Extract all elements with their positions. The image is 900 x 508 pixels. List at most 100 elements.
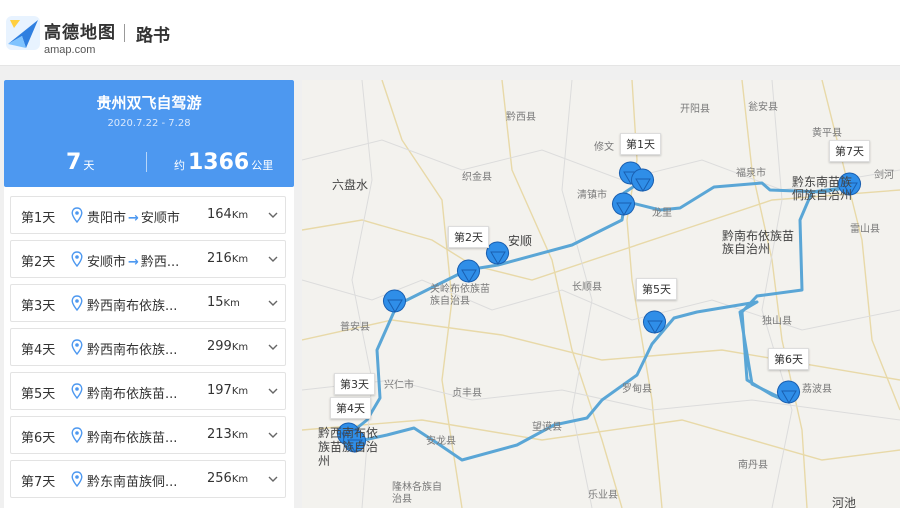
location-pin-icon <box>71 207 83 223</box>
amap-logo-icon[interactable] <box>4 14 42 52</box>
place-label: 瓮安县 <box>748 102 778 113</box>
brand-name: 高德地图 <box>44 23 116 43</box>
day-distance-unit: Km <box>231 342 249 353</box>
day-label: 第1天 <box>21 211 56 226</box>
day-distance-value: 197 <box>207 383 232 398</box>
day-tag-5[interactable]: 第5天 <box>636 278 677 300</box>
place-label: 望谟县 <box>532 422 562 433</box>
day-route: 黔西南布依族... <box>87 299 178 314</box>
chevron-down-icon[interactable] <box>267 253 279 265</box>
map-marker-icon <box>777 380 800 404</box>
trip-distance-stat: 约 1366 公里 <box>174 150 273 175</box>
place-label: 安顺 <box>508 234 533 248</box>
route-map[interactable]: 开阳县 黔西县 修文 瓮安县 六盘水 织金县 清镇市 福泉市 黄平县 黔东南苗族… <box>302 80 900 508</box>
place-label: 清镇市 <box>577 190 607 201</box>
day-distance: 164Km <box>207 207 248 222</box>
day-distance: 197Km <box>207 383 248 398</box>
day-distance-value: 299 <box>207 339 232 354</box>
day-tag-2[interactable]: 第2天 <box>448 226 489 248</box>
place-label: 河池 <box>832 496 857 508</box>
day-label: 第3天 <box>21 299 56 314</box>
day-row-6[interactable]: 第6天 黔南布依族苗... 213Km <box>10 416 286 454</box>
place-label: 兴仁市 <box>384 380 414 391</box>
map-marker-icon <box>631 168 654 192</box>
route-to: 黔西... <box>140 255 180 270</box>
chevron-down-icon[interactable] <box>267 429 279 441</box>
place-label: 隆林各族自治县 <box>392 482 442 505</box>
location-pin-icon <box>71 339 83 355</box>
day-route: 贵阳市 → 安顺市 <box>87 207 180 226</box>
chevron-down-icon[interactable] <box>267 385 279 397</box>
trip-days-unit: 天 <box>83 159 95 172</box>
place-label: 南丹县 <box>738 460 768 471</box>
day-tag-1[interactable]: 第1天 <box>620 133 661 155</box>
day-distance: 256Km <box>207 471 248 486</box>
chevron-down-icon[interactable] <box>267 297 279 309</box>
day-route: 黔东南苗族侗... <box>87 475 178 490</box>
place-label: 安龙县 <box>426 436 456 447</box>
day-distance-value: 164 <box>207 207 232 222</box>
place-label: 雷山县 <box>850 224 880 235</box>
day-distance-unit: Km <box>231 386 249 397</box>
map-marker-icon <box>643 310 666 334</box>
day-tag-7[interactable]: 第7天 <box>829 140 870 162</box>
day-row-5[interactable]: 第5天 黔南布依族苗... 197Km <box>10 372 286 410</box>
chevron-down-icon[interactable] <box>267 473 279 485</box>
map-marker-icon <box>486 241 509 265</box>
place-label: 剑河 <box>874 170 894 181</box>
day-row-7[interactable]: 第7天 黔东南苗族侗... 256Km <box>10 460 286 498</box>
day-tag-3[interactable]: 第3天 <box>334 373 375 395</box>
day-row-1[interactable]: 第1天 贵阳市 → 安顺市 164Km <box>10 196 286 234</box>
day-tag-6[interactable]: 第6天 <box>768 348 809 370</box>
trip-distance-value: 1366 <box>188 150 250 175</box>
day-row-3[interactable]: 第3天 黔西南布依族... 15Km <box>10 284 286 322</box>
arrow-right-icon: → <box>128 211 139 226</box>
place-label: 荔波县 <box>802 384 832 395</box>
day-label: 第6天 <box>21 431 56 446</box>
day-distance-value: 216 <box>207 251 232 266</box>
day-distance: 299Km <box>207 339 248 354</box>
place-label: 黔南布依族苗族自治州 <box>722 229 795 256</box>
route-from: 贵阳市 <box>87 211 127 226</box>
day-distance-value: 15 <box>207 295 224 310</box>
day-distance-unit: Km <box>231 210 249 221</box>
place-label: 织金县 <box>462 172 492 183</box>
brand-domain: amap.com <box>44 44 96 56</box>
day-distance-value: 256 <box>207 471 232 486</box>
day-label: 第2天 <box>21 255 56 270</box>
trip-distance-unit: 公里 <box>251 159 274 172</box>
page-title: 路书 <box>136 26 170 46</box>
header-divider <box>124 24 125 42</box>
place-label: 修文 <box>594 142 614 153</box>
chevron-down-icon[interactable] <box>267 209 279 221</box>
location-pin-icon <box>71 251 83 267</box>
location-pin-icon <box>71 295 83 311</box>
place-label: 长顺县 <box>572 282 602 293</box>
brand[interactable]: 高德地图 amap.com <box>44 18 116 56</box>
day-route: 黔南布依族苗... <box>87 387 178 402</box>
day-row-2[interactable]: 第2天 安顺市 → 黔西... 216Km <box>10 240 286 278</box>
place-label: 黔西县 <box>506 112 536 123</box>
day-route: 黔西南布依族... <box>87 343 178 358</box>
route-to: 安顺市 <box>140 211 180 226</box>
place-label: 独山县 <box>762 316 792 327</box>
day-distance: 15Km <box>207 295 240 310</box>
place-label: 贞丰县 <box>452 388 482 399</box>
place-label: 黔东南苗族侗族自治州 <box>792 175 853 202</box>
location-pin-icon <box>71 383 83 399</box>
day-label: 第4天 <box>21 343 56 358</box>
day-tag-4[interactable]: 第4天 <box>330 397 371 419</box>
day-route: 黔南布依族苗... <box>87 431 178 446</box>
place-label: 六盘水 <box>332 178 369 192</box>
day-distance: 216Km <box>207 251 248 266</box>
trip-days-stat: 7天 <box>66 150 94 175</box>
location-pin-icon <box>71 471 83 487</box>
app-header: 高德地图 amap.com 路书 <box>0 0 900 66</box>
day-row-4[interactable]: 第4天 黔西南布依族... 299Km <box>10 328 286 366</box>
chevron-down-icon[interactable] <box>267 341 279 353</box>
day-route: 安顺市 → 黔西... <box>87 251 179 270</box>
day-distance-value: 213 <box>207 427 232 442</box>
trip-days-value: 7 <box>66 150 82 175</box>
map-marker-icon <box>457 259 480 283</box>
location-pin-icon <box>71 427 83 443</box>
